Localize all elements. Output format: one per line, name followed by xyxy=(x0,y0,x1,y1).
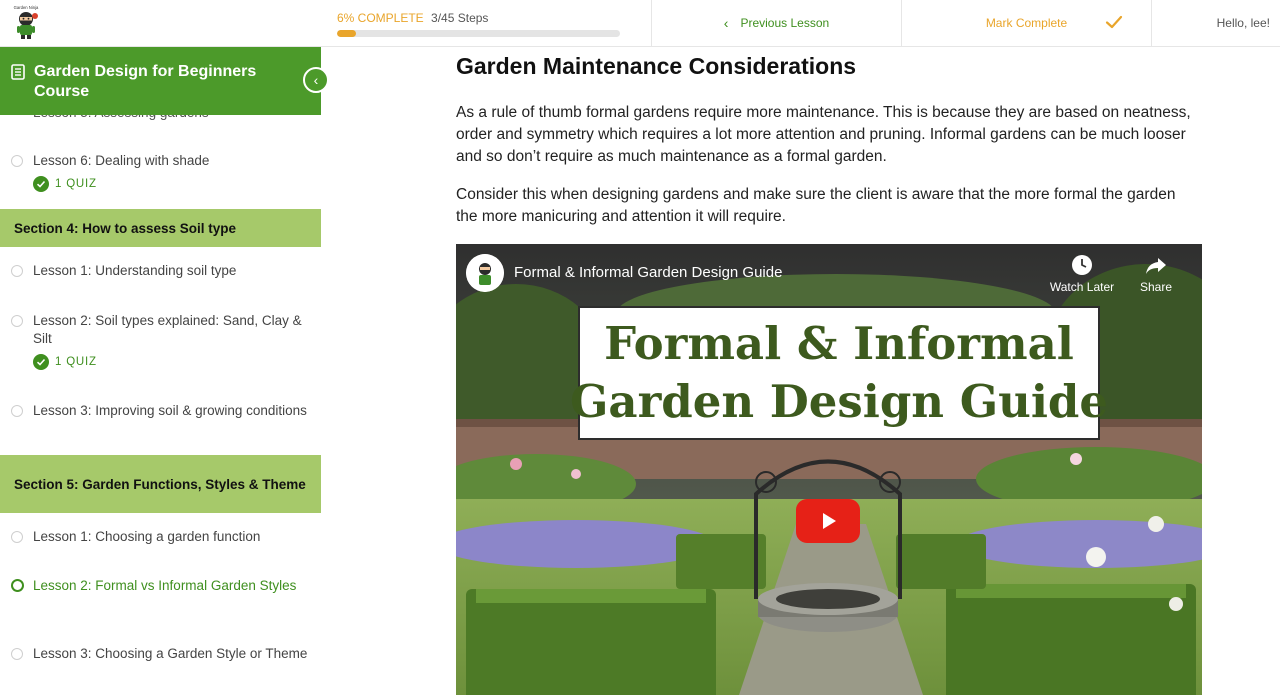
share-label: Share xyxy=(1139,280,1173,294)
course-header: Garden Design for Beginners Course xyxy=(0,47,321,115)
lesson-status-icon xyxy=(11,265,23,277)
lesson-item-improving-soil[interactable]: Lesson 3: Improving soil & growing condi… xyxy=(0,401,321,441)
previous-lesson-button[interactable]: ‹ Previous Lesson xyxy=(651,0,901,46)
share-arrow-icon xyxy=(1146,258,1166,274)
course-progress: 6% COMPLETE 3/45 Steps xyxy=(337,11,627,37)
lesson-status-icon xyxy=(11,155,23,167)
body-paragraph: As a rule of thumb formal gardens requir… xyxy=(456,104,1191,165)
section-header-soil-type[interactable]: Section 4: How to assess Soil type xyxy=(0,209,321,247)
lesson-current-icon xyxy=(11,579,24,592)
clock-icon xyxy=(1072,255,1092,275)
previous-lesson-label: Previous Lesson xyxy=(740,16,830,30)
share-button[interactable]: Share xyxy=(1126,254,1186,294)
lesson-label: Lesson 1: Choosing a garden function xyxy=(33,529,261,544)
quiz-check-icon xyxy=(33,176,49,192)
top-header: Garden Ninja 6% COMPLETE 3/45 Steps ‹ Pr… xyxy=(0,0,1280,47)
collapse-sidebar-button[interactable]: ‹ xyxy=(303,67,329,93)
quiz-label: 1 QUIZ xyxy=(55,178,97,190)
play-button[interactable] xyxy=(796,499,860,543)
watch-later-button[interactable]: Watch Later xyxy=(1047,254,1117,294)
lesson-status-icon xyxy=(11,531,23,543)
quiz-check-icon xyxy=(33,354,49,370)
lesson-label: Lesson 2: Soil types explained: Sand, Cl… xyxy=(33,313,302,346)
title-card-line: Garden Design Guide xyxy=(569,375,1109,428)
book-icon xyxy=(11,64,25,80)
title-card-line: Formal & Informal xyxy=(604,317,1074,370)
video-title[interactable]: Formal & Informal Garden Design Guide xyxy=(514,264,782,281)
course-sidebar: Garden Design for Beginners Course Lesso… xyxy=(0,47,321,695)
mark-complete-button[interactable]: Mark Complete xyxy=(901,0,1151,46)
progress-bar xyxy=(337,30,620,37)
lesson-status-icon xyxy=(11,648,23,660)
watch-later-label: Watch Later xyxy=(1049,280,1115,294)
lesson-label: Lesson 6: Dealing with shade xyxy=(33,153,210,168)
section-header-garden-functions[interactable]: Section 5: Garden Functions, Styles & Th… xyxy=(0,455,321,513)
lesson-status-icon xyxy=(11,405,23,417)
lesson-item-garden-style[interactable]: Lesson 3: Choosing a Garden Style or The… xyxy=(0,644,321,684)
section-heading: Garden Maintenance Considerations xyxy=(456,53,857,79)
quiz-link[interactable]: 1 QUIZ xyxy=(33,354,97,370)
garden-ninja-logo[interactable]: Garden Ninja xyxy=(8,4,44,40)
progress-percent: 6% COMPLETE xyxy=(337,11,424,25)
lesson-item-formal-vs-informal[interactable]: Lesson 2: Formal vs Informal Garden Styl… xyxy=(0,576,321,616)
lesson-item-soil-types[interactable]: Lesson 2: Soil types explained: Sand, Cl… xyxy=(0,311,321,351)
channel-avatar-icon[interactable] xyxy=(466,254,504,292)
video-title-card: Formal & Informal Garden Design Guide xyxy=(570,306,1108,440)
checkmark-icon xyxy=(1105,15,1123,29)
quiz-label: 1 QUIZ xyxy=(55,356,97,368)
svg-text:Garden Ninja: Garden Ninja xyxy=(14,5,39,10)
lesson-label: Lesson 3: Choosing a Garden Style or The… xyxy=(33,646,308,661)
lesson-label: Lesson 2: Formal vs Informal Garden Styl… xyxy=(33,578,297,593)
play-icon xyxy=(823,513,836,529)
lesson-item-garden-function[interactable]: Lesson 1: Choosing a garden function xyxy=(0,527,321,557)
lesson-item-understanding-soil[interactable]: Lesson 1: Understanding soil type xyxy=(0,261,321,291)
progress-bar-fill xyxy=(337,30,356,37)
lesson-label: Lesson 3: Improving soil & growing condi… xyxy=(33,403,307,418)
chevron-left-icon: ‹ xyxy=(313,72,319,88)
lesson-status-icon xyxy=(11,315,23,327)
course-title[interactable]: Garden Design for Beginners Course xyxy=(34,62,304,102)
mark-complete-label: Mark Complete xyxy=(985,16,1068,30)
user-greeting[interactable]: Hello, lee! xyxy=(1151,0,1280,46)
quiz-link[interactable]: 1 QUIZ xyxy=(33,176,97,192)
video-player[interactable]: Formal & Informal Garden Design Guide Wa… xyxy=(456,244,1202,695)
body-paragraph: Consider this when designing gardens and… xyxy=(456,186,1176,225)
lesson-label: Lesson 1: Understanding soil type xyxy=(33,263,237,278)
lesson-content: Garden Maintenance Considerations As a r… xyxy=(321,47,1280,695)
chevron-left-icon: ‹ xyxy=(723,15,729,31)
progress-steps: 3/45 Steps xyxy=(431,11,489,25)
